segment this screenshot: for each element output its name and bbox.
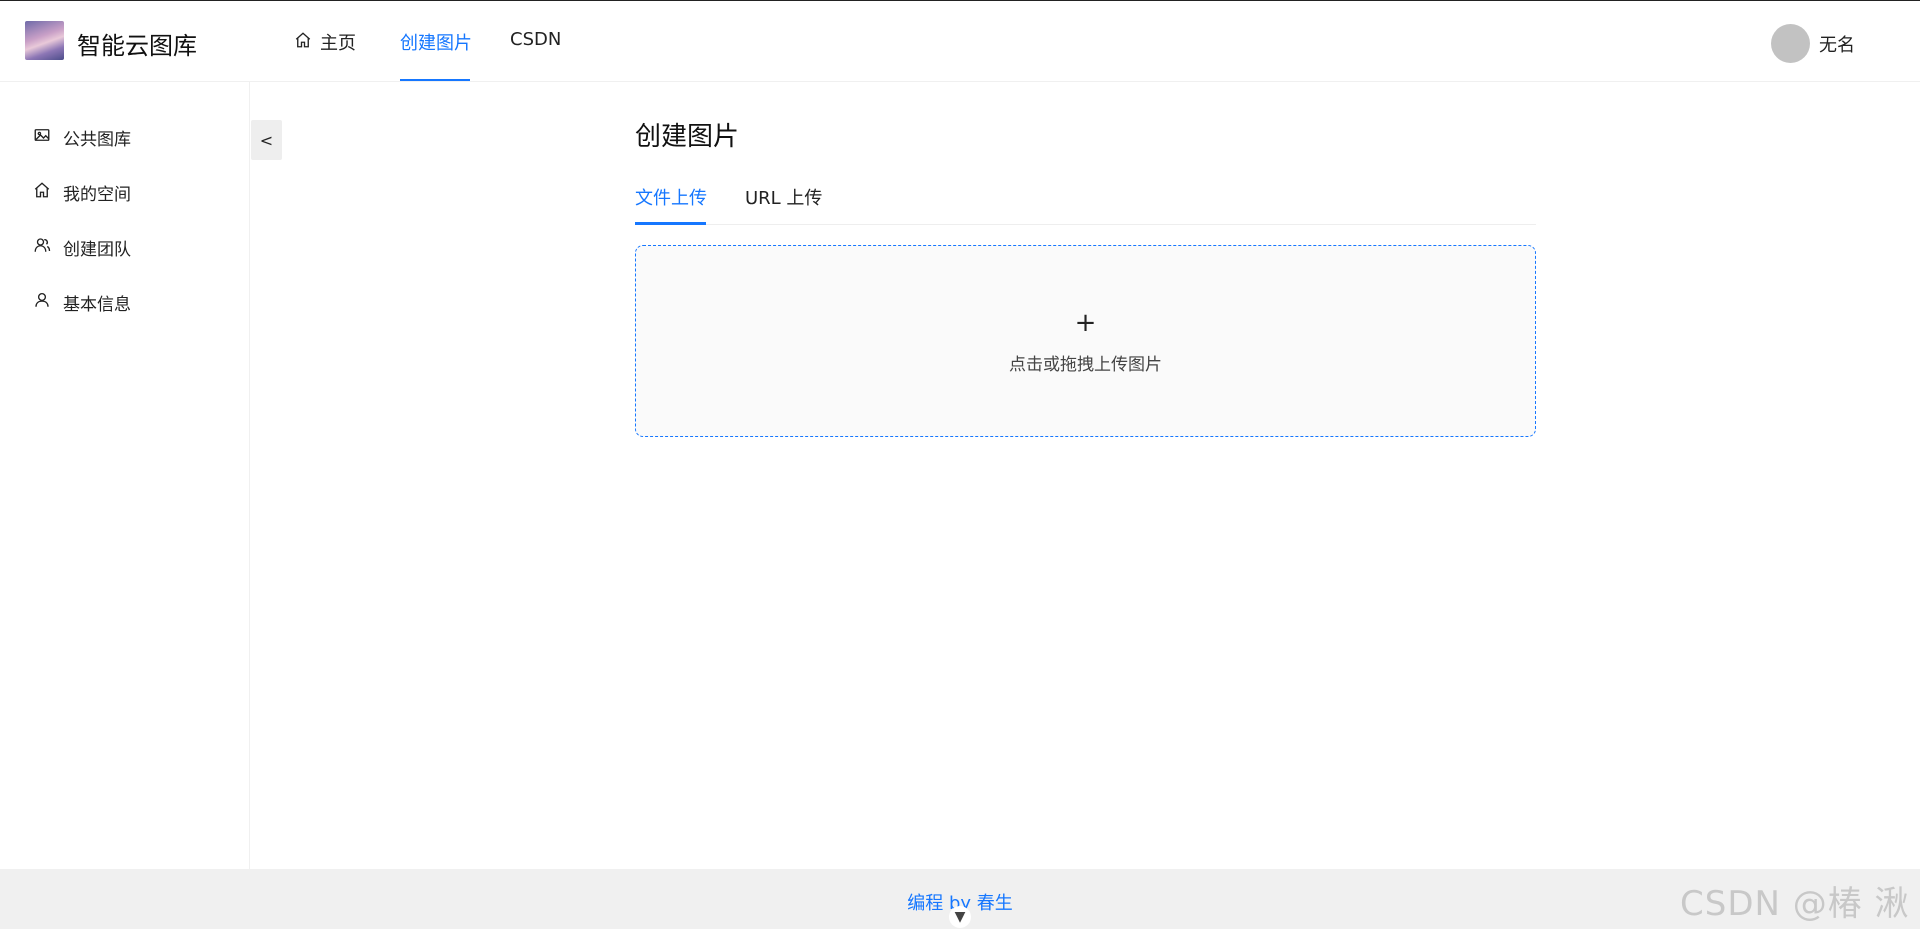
sidebar-item-create-team[interactable]: 创建团队 (33, 235, 131, 260)
upload-hint: 点击或拖拽上传图片 (1009, 355, 1162, 375)
logo-image[interactable] (25, 21, 64, 60)
chevron-down-icon[interactable]: ▼ (949, 906, 971, 928)
sidebar-item-label: 基本信息 (63, 295, 131, 315)
nav-label-home: 主页 (320, 33, 356, 54)
user-name[interactable]: 无名 (1819, 31, 1855, 57)
tabs-divider (635, 224, 1536, 225)
tab-file-upload[interactable]: 文件上传 (635, 184, 707, 210)
sidebar-item-label: 公共图库 (63, 130, 131, 150)
sidebar-item-label: 我的空间 (63, 185, 131, 205)
sidebar-collapse-button[interactable]: < (251, 120, 282, 160)
app-title[interactable]: 智能云图库 (77, 26, 197, 61)
watermark: CSDN @椿 湫 (1680, 884, 1910, 924)
home-icon (294, 31, 312, 54)
image-icon (33, 126, 51, 149)
nav-item-csdn[interactable]: CSDN (510, 29, 561, 50)
sidebar-item-basic-info[interactable]: 基本信息 (33, 290, 131, 315)
tab-url-upload[interactable]: URL 上传 (745, 184, 822, 210)
nav-label-csdn: CSDN (510, 29, 562, 50)
active-nav-underline (400, 79, 470, 81)
plus-icon: + (1074, 308, 1097, 338)
upload-dropzone[interactable]: + 点击或拖拽上传图片 (635, 245, 1536, 437)
page-title: 创建图片 (635, 122, 740, 152)
home-icon (33, 181, 51, 204)
nav-item-create-image[interactable]: 创建图片 (400, 29, 472, 55)
avatar[interactable] (1771, 24, 1810, 63)
sidebar-item-label: 创建团队 (63, 240, 131, 260)
user-icon (33, 291, 51, 314)
nav-label-create-image: 创建图片 (400, 33, 472, 54)
team-icon (33, 236, 51, 259)
sidebar-item-public-gallery[interactable]: 公共图库 (33, 125, 131, 150)
active-tab-underline (635, 222, 706, 225)
top-navbar: 智能云图库 主页 创建图片 CSDN 无名 (0, 1, 1920, 82)
sidebar-item-my-space[interactable]: 我的空间 (33, 180, 131, 205)
sidebar: 公共图库 我的空间 创建团队 基本信息 (0, 82, 250, 869)
nav-item-home[interactable]: 主页 (294, 29, 356, 55)
